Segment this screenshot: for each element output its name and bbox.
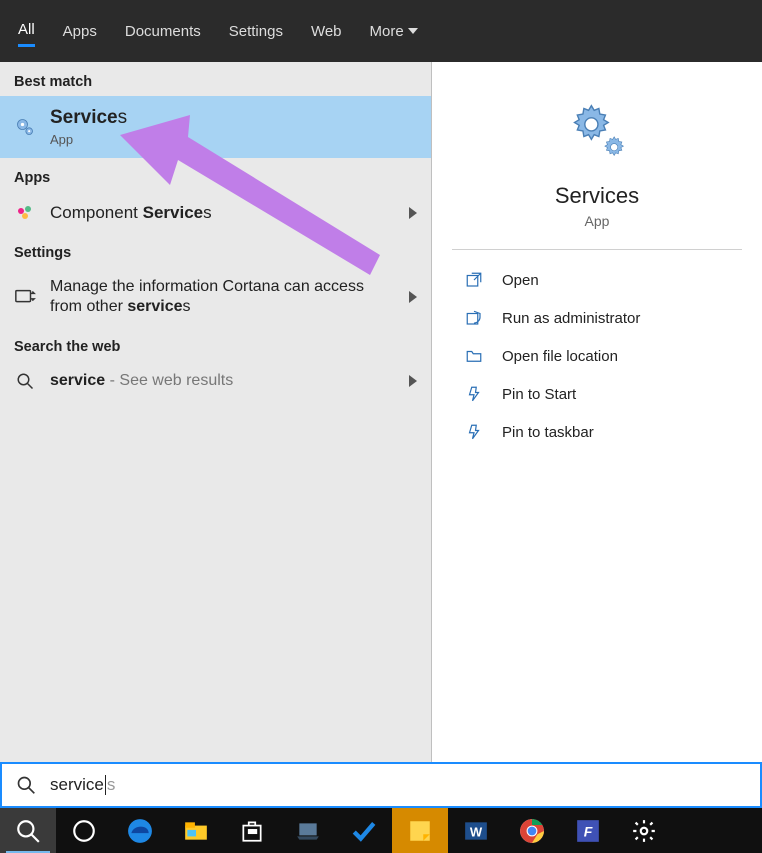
action-pin-to-start[interactable]: Pin to Start bbox=[464, 384, 730, 404]
taskbar-laptop[interactable] bbox=[280, 808, 336, 853]
svg-text:F: F bbox=[584, 823, 593, 839]
taskbar-word[interactable]: W bbox=[448, 808, 504, 853]
taskbar-sticky-notes[interactable] bbox=[392, 808, 448, 853]
tab-more[interactable]: More bbox=[370, 17, 418, 46]
result-subtitle: App bbox=[50, 132, 417, 148]
taskbar-search[interactable] bbox=[0, 808, 56, 853]
preview-title: Services bbox=[555, 183, 639, 209]
admin-icon bbox=[464, 308, 484, 328]
tab-apps[interactable]: Apps bbox=[63, 17, 97, 46]
folder-icon bbox=[464, 346, 484, 366]
chevron-right-icon bbox=[409, 375, 417, 387]
taskbar-edge[interactable] bbox=[112, 808, 168, 853]
search-icon bbox=[16, 775, 36, 795]
best-match-label: Best match bbox=[0, 62, 431, 96]
result-title-rest: s bbox=[118, 107, 128, 128]
taskbar-chrome[interactable] bbox=[504, 808, 560, 853]
search-input[interactable]: services bbox=[50, 775, 115, 795]
settings-section-label: Settings bbox=[0, 233, 431, 267]
search-icon bbox=[14, 372, 36, 390]
services-app-icon bbox=[567, 100, 627, 165]
action-pin-to-taskbar[interactable]: Pin to taskbar bbox=[464, 422, 730, 442]
taskbar-file-explorer[interactable] bbox=[168, 808, 224, 853]
chevron-right-icon bbox=[409, 207, 417, 219]
search-box[interactable]: services bbox=[0, 762, 762, 808]
search-scope-tabs: All Apps Documents Settings Web More bbox=[0, 0, 762, 62]
taskbar-cortana[interactable] bbox=[56, 808, 112, 853]
tab-all[interactable]: All bbox=[18, 15, 35, 47]
tab-settings[interactable]: Settings bbox=[229, 17, 283, 46]
taskbar-settings[interactable] bbox=[616, 808, 672, 853]
result-services-app[interactable]: Services App bbox=[0, 96, 431, 158]
taskbar-store[interactable] bbox=[224, 808, 280, 853]
pin-start-icon bbox=[464, 384, 484, 404]
action-run-as-admin[interactable]: Run as administrator bbox=[464, 308, 730, 328]
preview-subtitle: App bbox=[585, 213, 610, 229]
result-cortana-services-setting[interactable]: Manage the information Cortana can acces… bbox=[0, 267, 431, 327]
chevron-down-icon bbox=[408, 28, 418, 34]
result-web-service[interactable]: service - See web results bbox=[0, 361, 431, 401]
taskbar-todo[interactable] bbox=[336, 808, 392, 853]
component-services-icon bbox=[14, 203, 36, 223]
tab-more-label: More bbox=[370, 23, 404, 40]
taskbar: W F bbox=[0, 808, 762, 853]
action-open-file-location[interactable]: Open file location bbox=[464, 346, 730, 366]
tab-web[interactable]: Web bbox=[311, 17, 342, 46]
open-icon bbox=[464, 270, 484, 290]
apps-section-label: Apps bbox=[0, 158, 431, 192]
result-component-services[interactable]: Component Services bbox=[0, 192, 431, 233]
settings-result-icon bbox=[14, 286, 36, 308]
pin-taskbar-icon bbox=[464, 422, 484, 442]
svg-text:W: W bbox=[470, 824, 483, 839]
results-panel: Best match Services App Apps Component S… bbox=[0, 62, 432, 762]
preview-pane: Services App Open Run as administrator O… bbox=[432, 62, 762, 762]
action-open[interactable]: Open bbox=[464, 270, 730, 290]
tab-documents[interactable]: Documents bbox=[125, 17, 201, 46]
text-caret bbox=[105, 775, 106, 795]
chevron-right-icon bbox=[409, 291, 417, 303]
taskbar-app-f[interactable]: F bbox=[560, 808, 616, 853]
result-title-bold: Service bbox=[50, 107, 118, 128]
web-section-label: Search the web bbox=[0, 327, 431, 361]
gear-icon bbox=[14, 117, 36, 137]
